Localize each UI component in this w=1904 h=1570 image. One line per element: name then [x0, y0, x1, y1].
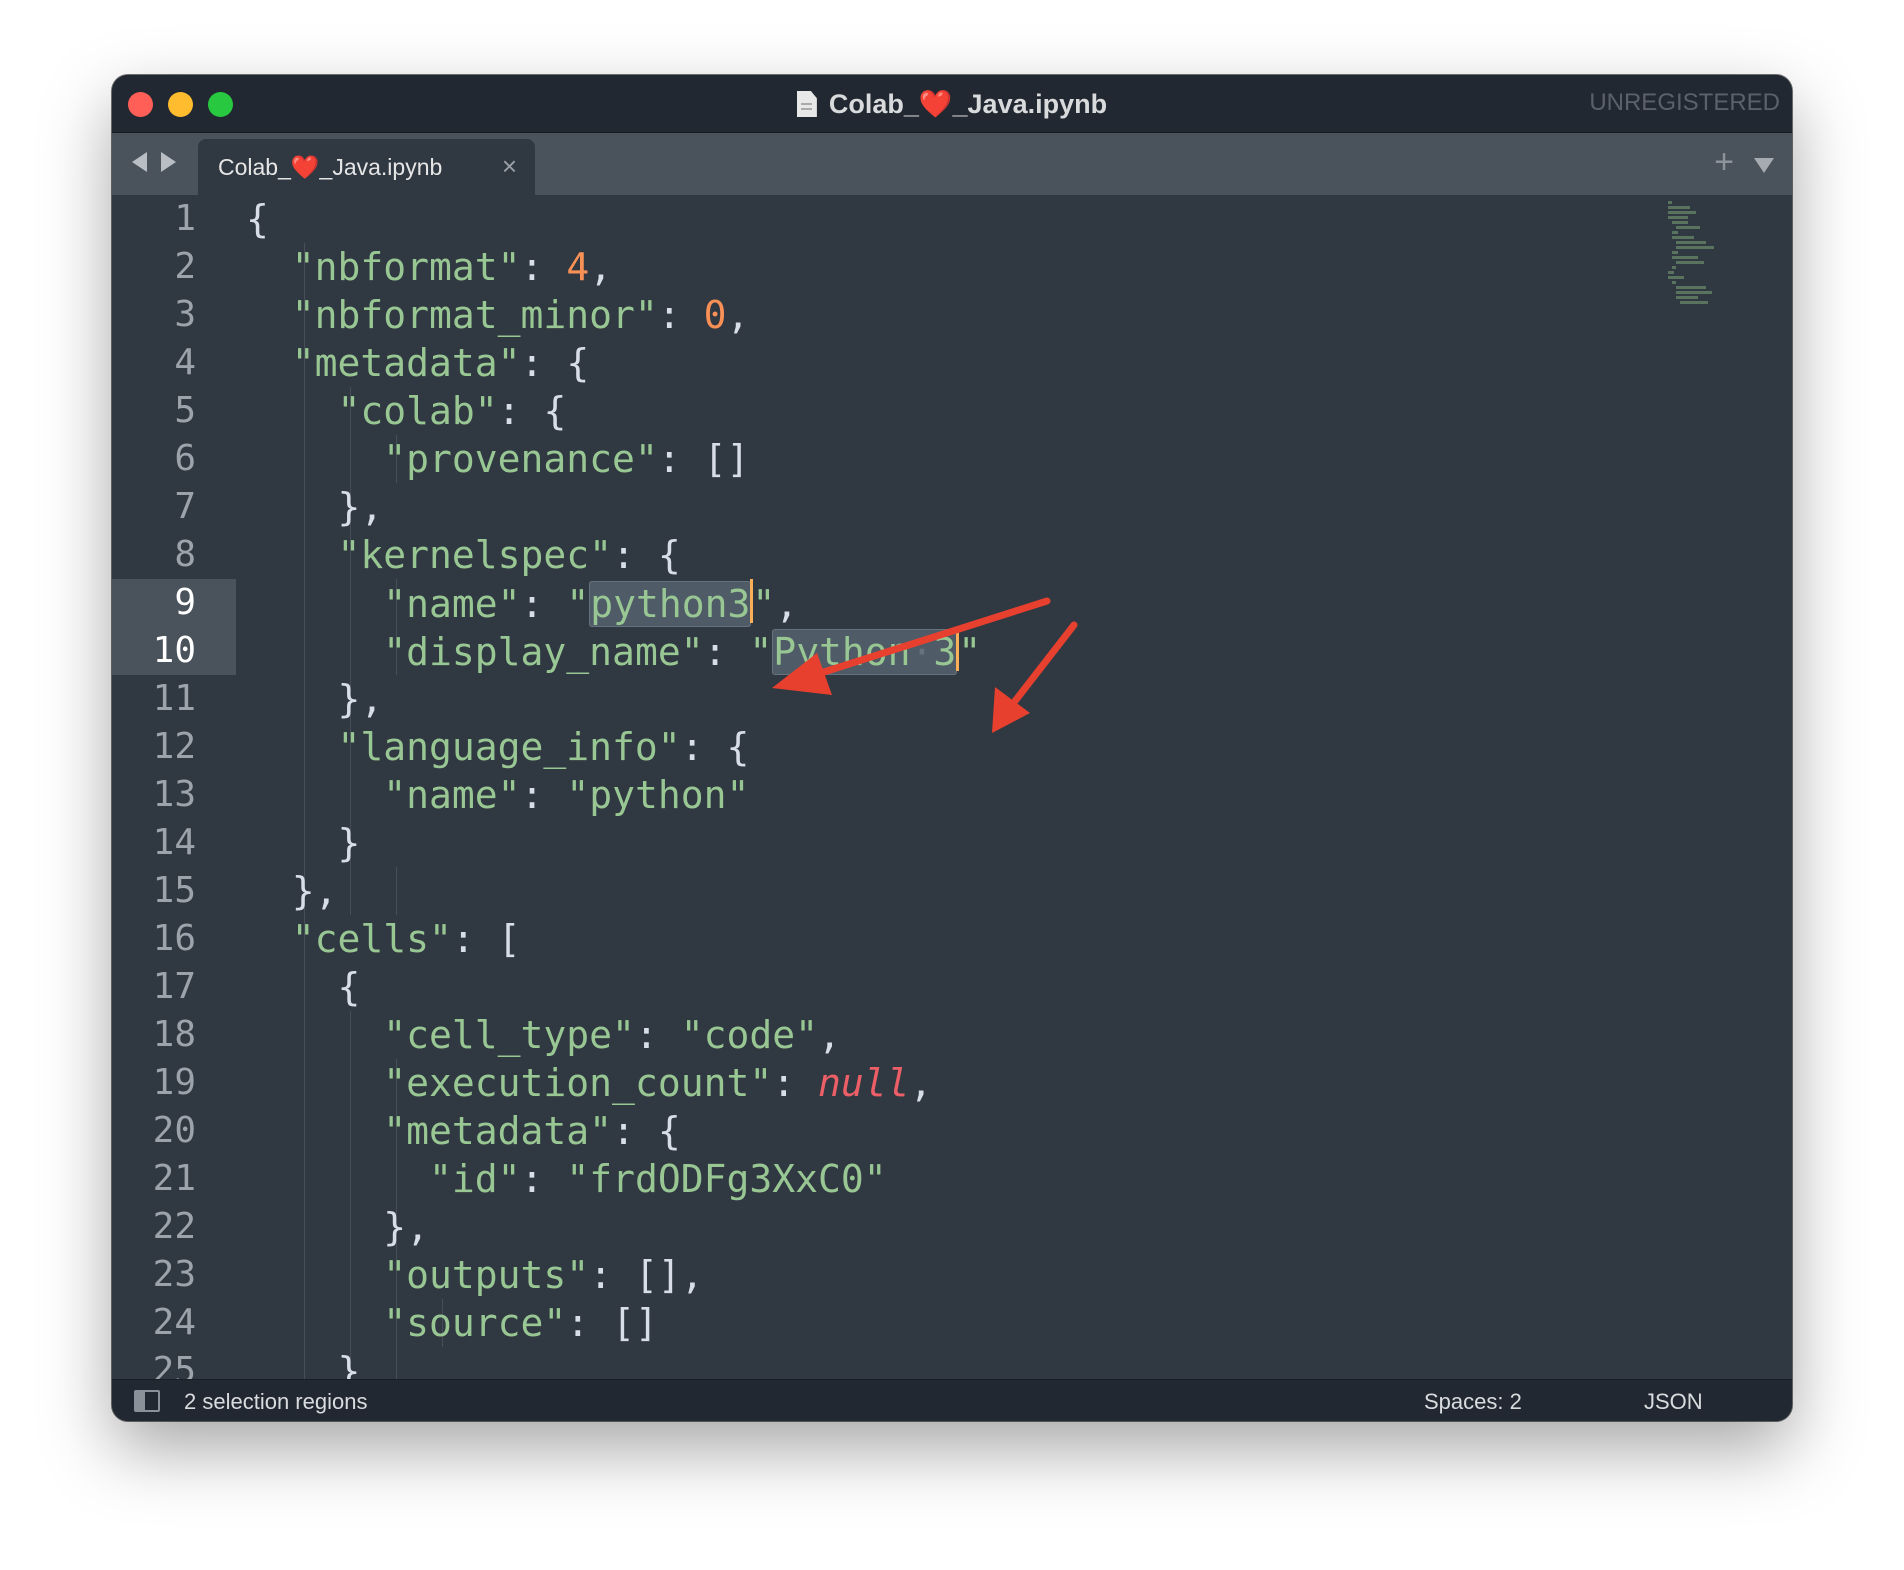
title-group: Colab_❤️_Java.ipynb [112, 75, 1792, 133]
tab-close-icon[interactable]: × [502, 153, 517, 179]
selection-status: 2 selection regions [184, 1389, 368, 1414]
tab-list-dropdown-icon[interactable] [1754, 158, 1774, 173]
tab-label: Colab_❤️_Java.ipynb [218, 154, 443, 180]
syntax-mode[interactable]: JSON [1644, 1389, 1703, 1415]
annotation-arrowhead-1 [772, 653, 832, 695]
editor-window: Colab_❤️_Java.ipynb UNREGISTERED Colab_❤… [112, 75, 1792, 1421]
window-title: Colab_❤️_Java.ipynb [828, 89, 1108, 119]
document-icon [796, 91, 817, 117]
status-bar: 2 selection regions Spaces: 2 JSON [112, 1379, 1792, 1421]
tab-bar: Colab_❤️_Java.ipynb × + [112, 133, 1792, 195]
annotation-arrow-2 [1008, 621, 1078, 709]
annotation-arrows [772, 597, 1078, 733]
unregistered-label: UNREGISTERED [1589, 89, 1780, 116]
sidebar-toggle-icon[interactable] [134, 1390, 160, 1412]
new-tab-plus-icon[interactable]: + [1714, 145, 1734, 179]
annotation-arrow-1 [798, 597, 1051, 683]
title-bar: Colab_❤️_Java.ipynb UNREGISTERED [112, 75, 1792, 133]
tab-colab-java-ipynb[interactable]: Colab_❤️_Java.ipynb × [198, 139, 535, 195]
next-tab-arrow-icon[interactable] [161, 152, 176, 172]
indentation-setting[interactable]: Spaces: 2 [1424, 1389, 1522, 1415]
previous-tab-arrow-icon[interactable] [132, 152, 147, 172]
code-editor[interactable]: 1 2 3 4 5 6 7 8 9 10 11 12 13 14 15 16 17 18 19 20 21 22 23 24 2… [112, 195, 1792, 1379]
